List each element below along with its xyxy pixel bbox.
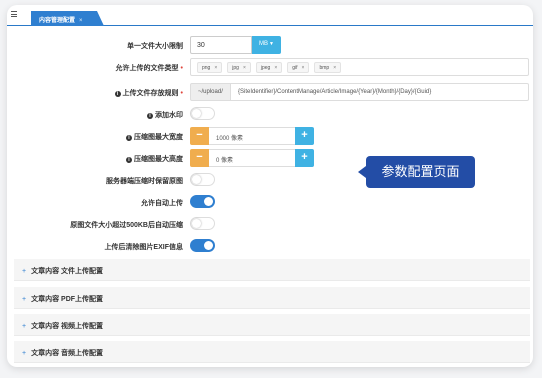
max-height-input[interactable]: 0 像素 — [209, 149, 295, 167]
config-panel: 内容管理配置 × 单一文件大小限制 30 MB▼ 允许上传的文件类型 • png × j… — [7, 5, 533, 367]
row-auto-compress: 原图文件大小超过500KB后自动压缩 — [7, 215, 533, 233]
field-label: 上传后清除图片EXIF信息 — [104, 244, 183, 251]
row-allowed-types: 允许上传的文件类型 • png × jpg × jpeg × gif × bmp × — [7, 58, 533, 76]
storage-rule-input[interactable]: {SiteIdentifier}/ContentManage/Article/I… — [231, 83, 529, 101]
plus-button[interactable]: + — [295, 149, 314, 167]
row-max-width: i 压缩图最大宽度 − 1000 像素 + — [7, 127, 533, 145]
field-label: i 上传文件存放规则 • — [114, 88, 183, 98]
file-size-input[interactable]: 30 — [190, 36, 252, 54]
remove-tag-icon[interactable]: × — [243, 65, 246, 71]
menu-icon[interactable] — [11, 11, 17, 17]
file-type-tags-input[interactable]: png × jpg × jpeg × gif × bmp × — [190, 58, 529, 76]
close-icon[interactable]: × — [79, 18, 83, 24]
max-height-stepper: − 0 像素 + — [190, 149, 314, 167]
callout-label: 参数配置页面 — [358, 156, 475, 188]
file-type-tag: png × — [197, 62, 223, 73]
toggle-knob — [192, 219, 201, 228]
path-prefix: ~/upload/ — [190, 83, 231, 101]
tab-content-config[interactable]: 内容管理配置 × — [31, 11, 104, 26]
section-label: 文章内容 文件上传配置 — [31, 268, 104, 275]
field-label: i 压缩图最大宽度 — [126, 132, 183, 142]
info-icon: i — [126, 157, 132, 163]
plus-icon: + — [22, 323, 27, 330]
minus-button[interactable]: − — [190, 149, 209, 167]
tag-label: jpeg — [260, 64, 271, 71]
file-type-tag: jpeg × — [255, 62, 283, 73]
plus-icon: + — [22, 350, 27, 357]
section-file-upload[interactable]: + 文章内容 文件上传配置 — [14, 259, 530, 281]
field-label: 允许自动上传 — [141, 200, 183, 207]
file-type-tag: jpg × — [227, 62, 251, 73]
field-label: i 添加水印 — [147, 110, 183, 120]
section-pdf-upload[interactable]: + 文章内容 PDF上传配置 — [14, 287, 530, 309]
tag-label: bmp — [319, 64, 330, 71]
field-label: i 压缩图最大高度 — [126, 154, 183, 164]
row-watermark: i 添加水印 — [7, 105, 533, 123]
field-label: 原图文件大小超过500KB后自动压缩 — [70, 222, 183, 229]
caret-down-icon: ▼ — [269, 41, 274, 47]
watermark-toggle[interactable] — [190, 107, 215, 120]
tag-label: jpg — [232, 64, 239, 71]
tab-bar: 内容管理配置 × — [7, 5, 533, 26]
section-video-upload[interactable]: + 文章内容 视频上传配置 — [14, 314, 530, 336]
unit-label: MB — [259, 41, 268, 47]
section-label: 文章内容 音频上传配置 — [31, 350, 104, 357]
toggle-knob — [192, 109, 201, 118]
max-width-input[interactable]: 1000 像素 — [209, 127, 295, 145]
section-audio-upload[interactable]: + 文章内容 音频上传配置 — [14, 341, 530, 363]
info-icon: i — [147, 113, 153, 119]
field-label: 服务器端压缩时保留原图 — [106, 178, 183, 185]
required-mark: • — [180, 65, 183, 72]
section-label: 文章内容 视频上传配置 — [31, 323, 104, 330]
toggle-knob — [192, 175, 201, 184]
plus-button[interactable]: + — [295, 127, 314, 145]
plus-icon: + — [22, 296, 27, 303]
plus-icon: + — [22, 268, 27, 275]
row-max-file-size: 单一文件大小限制 30 MB▼ — [7, 36, 533, 54]
info-icon: i — [126, 135, 132, 141]
tab-label: 内容管理配置 — [39, 18, 76, 24]
max-width-stepper: − 1000 像素 + — [190, 127, 314, 145]
tag-label: png — [202, 64, 211, 71]
row-storage-rule: i 上传文件存放规则 • ~/upload/ {SiteIdentifier}/Co… — [7, 83, 533, 101]
remove-tag-icon[interactable]: × — [302, 65, 305, 71]
clear-exif-toggle[interactable] — [190, 239, 215, 252]
toggle-knob — [204, 197, 213, 206]
info-icon: i — [114, 91, 121, 97]
tag-label: gif — [292, 64, 298, 71]
minus-button[interactable]: − — [190, 127, 209, 145]
required-mark: • — [180, 90, 183, 97]
file-type-tag: gif × — [287, 62, 310, 73]
auto-compress-toggle[interactable] — [190, 217, 215, 230]
field-label: 单一文件大小限制 — [127, 43, 183, 50]
file-type-tag: bmp × — [314, 62, 342, 73]
unit-dropdown[interactable]: MB▼ — [252, 36, 281, 54]
keep-original-toggle[interactable] — [190, 173, 215, 186]
field-label: 允许上传的文件类型 • — [115, 65, 183, 72]
section-label: 文章内容 PDF上传配置 — [31, 296, 104, 303]
auto-upload-toggle[interactable] — [190, 195, 215, 208]
row-auto-upload: 允许自动上传 — [7, 193, 533, 211]
remove-tag-icon[interactable]: × — [333, 65, 336, 71]
row-clear-exif: 上传后清除图片EXIF信息 — [7, 237, 533, 255]
remove-tag-icon[interactable]: × — [214, 65, 217, 71]
remove-tag-icon[interactable]: × — [274, 65, 277, 71]
toggle-knob — [204, 241, 213, 250]
